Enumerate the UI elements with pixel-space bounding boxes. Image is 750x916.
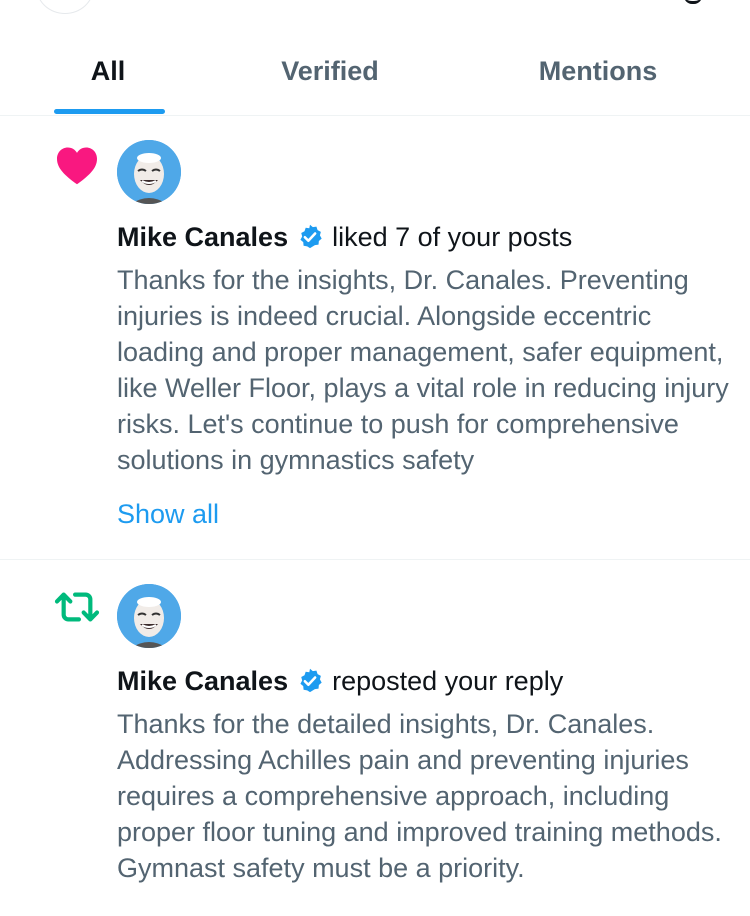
tab-mentions-label: Mentions [538, 56, 658, 86]
notification-tabs: All Verified Mentions [0, 36, 750, 116]
post-preview-text: Thanks for the insights, Dr. Canales. Pr… [117, 265, 729, 475]
notification-action: reposted your reply [332, 666, 564, 696]
notification-item[interactable]: Mike Canales liked 7 of your posts Thank… [0, 116, 750, 560]
tab-all-label: All [90, 56, 126, 86]
notification-item[interactable]: Mike Canales reposted your reply Thanks … [0, 560, 750, 916]
verified-badge-icon [296, 667, 324, 695]
show-all-link[interactable]: Show all [117, 497, 219, 531]
repost-icon [54, 584, 100, 630]
notification-action: liked 7 of your posts [332, 222, 573, 252]
active-tab-indicator [54, 109, 165, 114]
user-name[interactable]: Mike Canales [117, 664, 288, 698]
tab-mentions[interactable]: Mentions [500, 36, 696, 115]
heart-icon [54, 142, 100, 188]
post-preview-text: Thanks for the detailed insights, Dr. Ca… [117, 709, 722, 883]
verified-badge-icon [296, 223, 324, 251]
top-bar-edge [0, 0, 750, 20]
settings-icon[interactable] [684, 0, 702, 4]
tab-verified-label: Verified [281, 56, 379, 86]
user-name[interactable]: Mike Canales [117, 220, 288, 254]
notification-headline: Mike Canales liked 7 of your posts [117, 220, 572, 254]
avatar[interactable] [117, 140, 181, 204]
notification-headline: Mike Canales reposted your reply [117, 664, 563, 698]
profile-avatar-partial[interactable] [36, 0, 94, 14]
avatar[interactable] [117, 584, 181, 648]
tab-all[interactable]: All [18, 36, 198, 115]
tab-verified[interactable]: Verified [240, 36, 420, 115]
